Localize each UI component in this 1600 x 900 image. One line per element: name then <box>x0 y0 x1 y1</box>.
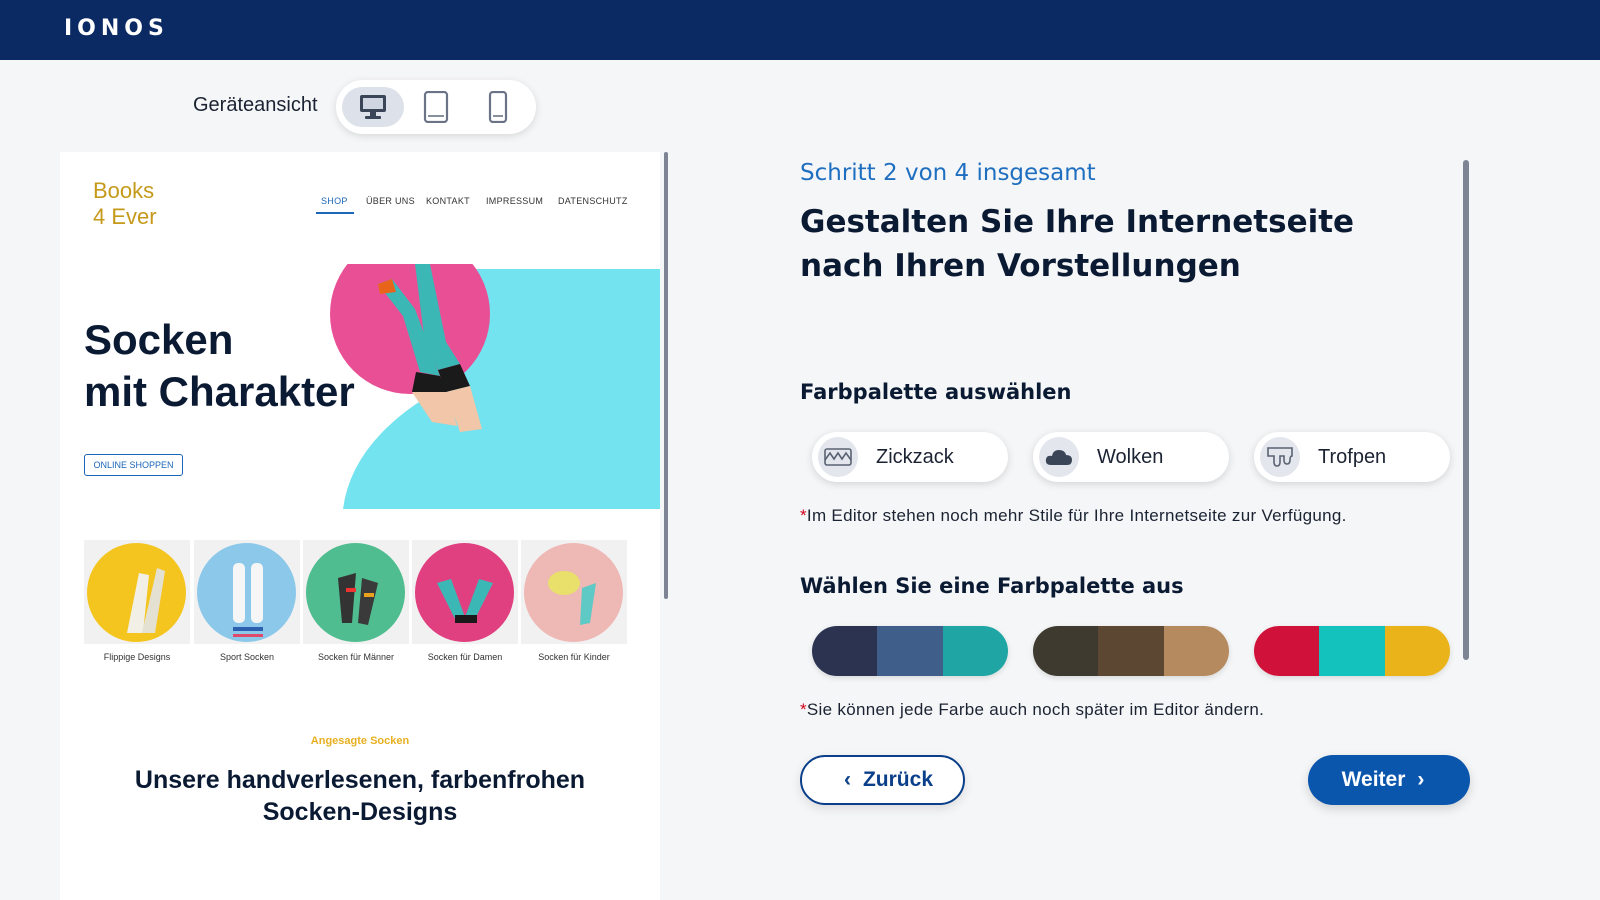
palette-option-3[interactable] <box>1254 626 1450 676</box>
palette-note: *Sie können jede Farbe auch noch später … <box>800 700 1264 720</box>
palette-swatch <box>1319 626 1385 676</box>
required-star: * <box>800 506 807 525</box>
style-note: *Im Editor stehen noch mehr Stile für Ih… <box>800 506 1347 526</box>
category-label: Socken für Damen <box>427 652 503 662</box>
top-bar: IONOS <box>0 0 1600 60</box>
palette-option-2[interactable] <box>1033 626 1229 676</box>
device-view-label: Geräteansicht <box>193 94 318 116</box>
phone-view-button[interactable] <box>467 87 529 127</box>
required-star: * <box>800 700 807 719</box>
hero-title-line2: mit Charakter <box>84 368 355 415</box>
style-section-title: Farbpalette auswählen <box>800 380 1072 404</box>
desktop-icon <box>360 95 386 119</box>
page-title-line1: Gestalten Sie Ihre Internetseite <box>800 204 1355 240</box>
preview-nav-about[interactable]: ÜBER UNS <box>366 196 415 206</box>
category-label: Socken für Kinder <box>538 652 610 662</box>
category-label: Flippige Designs <box>103 652 171 662</box>
palette-option-1[interactable] <box>812 626 1008 676</box>
palette-swatch <box>1384 626 1450 676</box>
category-image <box>524 543 623 642</box>
category-image <box>306 543 405 642</box>
style-option-trofpen[interactable]: Trofpen <box>1254 432 1450 482</box>
step-indicator: Schritt 2 von 4 insgesamt <box>800 160 1096 186</box>
category-tile-kinder[interactable] <box>521 540 627 644</box>
chevron-right-icon: › <box>1417 768 1425 791</box>
preview-nav-underline <box>316 212 354 214</box>
palette-swatch <box>1254 626 1320 676</box>
drops-icon <box>1260 437 1300 477</box>
next-button-label: Weiter <box>1341 768 1406 791</box>
panel-scrollbar[interactable] <box>1463 160 1469 660</box>
shop-logo-line1: Books <box>93 178 155 203</box>
preview-section-title-line2: Socken-Designs <box>262 798 458 826</box>
palette-swatch <box>877 626 943 676</box>
category-image <box>197 543 296 642</box>
hero-title-line1: Socken <box>84 316 234 363</box>
category-tile-damen[interactable] <box>412 540 518 644</box>
palette-swatch <box>942 626 1008 676</box>
category-label: Sport Socken <box>219 652 275 662</box>
category-image <box>415 543 514 642</box>
zigzag-icon <box>818 437 858 477</box>
page-title-line2: nach Ihren Vorstellungen <box>800 248 1241 284</box>
style-option-label: Zickzack <box>876 445 954 468</box>
chevron-left-icon: ‹ <box>843 768 851 791</box>
style-option-label: Wolken <box>1097 445 1164 468</box>
palette-section-title: Wählen Sie eine Farbpalette aus <box>800 574 1184 598</box>
preview-section-title-line1: Unsere handverlesenen, farbenfrohen <box>134 766 586 794</box>
palette-swatch <box>1163 626 1229 676</box>
palette-swatch <box>1033 626 1099 676</box>
preview-section-title: Unsere handverlesenen, farbenfrohen Sock… <box>60 764 660 828</box>
category-tile-sport[interactable] <box>194 540 300 644</box>
preview-scrollbar[interactable] <box>664 152 668 599</box>
cloud-icon <box>1039 437 1079 477</box>
palette-swatch <box>1098 626 1164 676</box>
shop-logo-line2: 4 Ever <box>93 204 157 229</box>
shop-logo: Books 4 Ever <box>93 178 157 230</box>
hero-title: Socken mit Charakter <box>84 314 355 418</box>
preview-nav-contact[interactable]: KONTAKT <box>426 196 470 206</box>
category-tile-flippige[interactable] <box>84 540 190 644</box>
category-label: Socken für Männer <box>317 652 395 662</box>
next-button[interactable]: Weiter › <box>1308 755 1470 805</box>
palette-note-text: Sie können jede Farbe auch noch später i… <box>806 700 1265 719</box>
tablet-view-button[interactable] <box>405 87 467 127</box>
phone-icon <box>488 91 508 123</box>
style-option-wolken[interactable]: Wolken <box>1033 432 1229 482</box>
style-option-zickzack[interactable]: Zickzack <box>812 432 1008 482</box>
preview-nav-privacy[interactable]: DATENSCHUTZ <box>558 196 628 206</box>
device-view-switch <box>336 80 536 134</box>
online-shoppen-button[interactable]: ONLINE SHOPPEN <box>84 454 183 476</box>
page-title: Gestalten Sie Ihre Internetseite nach Ih… <box>800 200 1354 288</box>
ionos-logo[interactable]: IONOS <box>64 16 169 41</box>
palette-swatch <box>812 626 878 676</box>
back-button-label: Zurück <box>862 768 933 791</box>
preview-nav-imprint[interactable]: IMPRESSUM <box>486 196 543 206</box>
back-button[interactable]: ‹ Zurück <box>800 755 965 805</box>
website-preview: Books 4 Ever SHOP ÜBER UNS KONTAKT IMPRE… <box>60 152 660 900</box>
preview-nav-shop[interactable]: SHOP <box>321 196 348 206</box>
category-image <box>87 543 186 642</box>
tablet-icon <box>423 91 449 123</box>
style-note-text: Im Editor stehen noch mehr Stile für Ihr… <box>806 506 1347 525</box>
trending-label: Angesagte Socken <box>310 735 410 747</box>
desktop-view-button[interactable] <box>342 87 404 127</box>
style-option-label: Trofpen <box>1318 445 1387 468</box>
category-tile-maenner[interactable] <box>303 540 409 644</box>
